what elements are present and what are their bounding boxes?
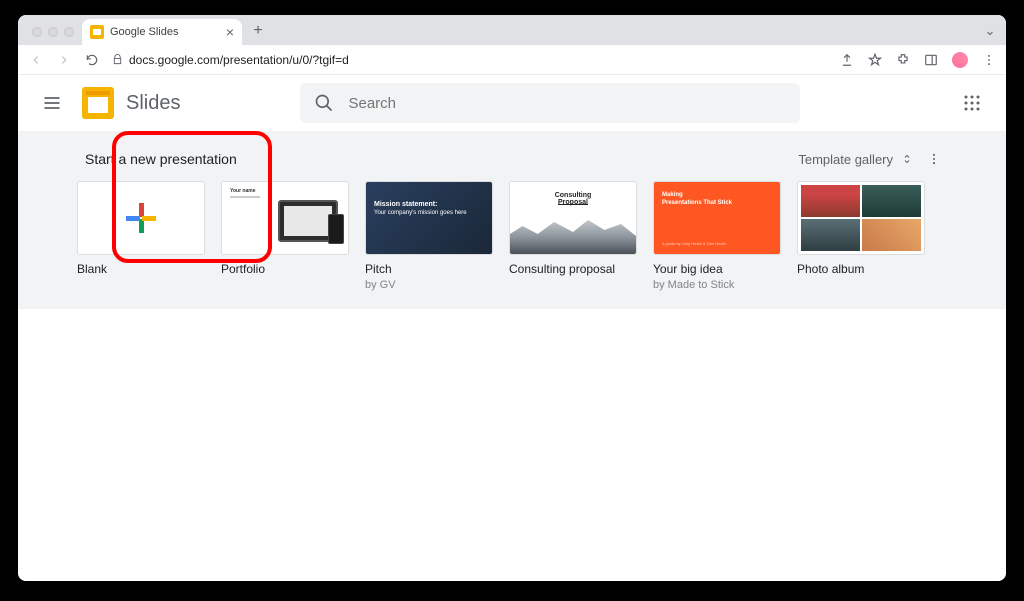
template-portfolio[interactable]: Your name Portfolio — [221, 181, 349, 291]
maximize-window-icon[interactable] — [64, 27, 74, 37]
url-field[interactable]: docs.google.com/presentation/u/0/?tgif=d — [112, 53, 828, 67]
template-thumb[interactable]: MakingPresentations That Stick A guide b… — [653, 181, 781, 255]
bookmark-icon[interactable] — [868, 53, 882, 67]
minimize-window-icon[interactable] — [48, 27, 58, 37]
template-thumb[interactable]: Mission statement:Your company's mission… — [365, 181, 493, 255]
template-section: Start a new presentation Template galler… — [18, 131, 1006, 309]
plus-icon — [126, 203, 156, 233]
template-subtitle: by Made to Stick — [653, 279, 781, 291]
forward-button[interactable] — [56, 53, 72, 67]
search-icon — [314, 93, 334, 113]
template-pitch[interactable]: Mission statement:Your company's mission… — [365, 181, 493, 291]
app-name: Slides — [126, 92, 180, 115]
panel-icon[interactable] — [924, 53, 938, 67]
close-window-icon[interactable] — [32, 27, 42, 37]
templates-row: Blank Your name Portfolio Miss — [77, 181, 947, 291]
template-title: Consulting proposal — [509, 262, 637, 278]
template-title: Portfolio — [221, 262, 349, 278]
template-blank[interactable]: Blank — [77, 181, 205, 291]
extensions-icon[interactable] — [896, 53, 910, 67]
template-thumb[interactable] — [77, 181, 205, 255]
share-icon[interactable] — [840, 53, 854, 67]
app-header: Slides — [18, 75, 1006, 131]
template-gallery-button[interactable]: Template gallery — [798, 152, 913, 167]
browser-tab[interactable]: Google Slides × — [82, 19, 242, 45]
template-title: Blank — [77, 262, 205, 278]
template-photo-album[interactable]: Photo album — [797, 181, 925, 291]
more-options-button[interactable] — [927, 152, 941, 166]
main-menu-button[interactable] — [32, 83, 72, 123]
template-title: Photo album — [797, 262, 925, 278]
template-consulting[interactable]: Consulting Proposal Consulting proposal — [509, 181, 637, 291]
browser-menu-icon[interactable] — [982, 53, 996, 67]
browser-window: Google Slides × + docs.google.com/presen… — [18, 15, 1006, 581]
template-title: Pitch — [365, 262, 493, 278]
section-title: Start a new presentation — [85, 151, 237, 167]
content-area — [18, 309, 1006, 581]
search-input[interactable] — [348, 95, 786, 112]
gallery-label: Template gallery — [798, 152, 893, 167]
tab-title: Google Slides — [110, 26, 179, 38]
profile-avatar-icon[interactable] — [952, 52, 968, 68]
template-thumb[interactable]: Consulting Proposal — [509, 181, 637, 255]
lock-icon — [112, 54, 123, 65]
slides-logo-icon — [82, 87, 114, 119]
url-text: docs.google.com/presentation/u/0/?tgif=d — [129, 53, 349, 67]
window-controls — [32, 27, 74, 37]
back-button[interactable] — [28, 53, 44, 67]
tab-strip: Google Slides × + — [18, 15, 1006, 45]
template-subtitle: by GV — [365, 279, 493, 291]
template-thumb[interactable]: Your name — [221, 181, 349, 255]
template-thumb[interactable] — [797, 181, 925, 255]
new-tab-button[interactable]: + — [246, 19, 270, 43]
template-title: Your big idea — [653, 262, 781, 278]
template-big-idea[interactable]: MakingPresentations That Stick A guide b… — [653, 181, 781, 291]
tabs-dropdown-icon[interactable] — [984, 27, 996, 39]
reload-button[interactable] — [84, 53, 100, 67]
unfold-icon — [901, 152, 913, 166]
search-box[interactable] — [300, 83, 800, 123]
toolbar-icons — [840, 52, 996, 68]
google-apps-button[interactable] — [952, 83, 992, 123]
tab-close-icon[interactable]: × — [226, 25, 234, 39]
slides-favicon-icon — [90, 25, 104, 39]
address-bar: docs.google.com/presentation/u/0/?tgif=d — [18, 45, 1006, 75]
